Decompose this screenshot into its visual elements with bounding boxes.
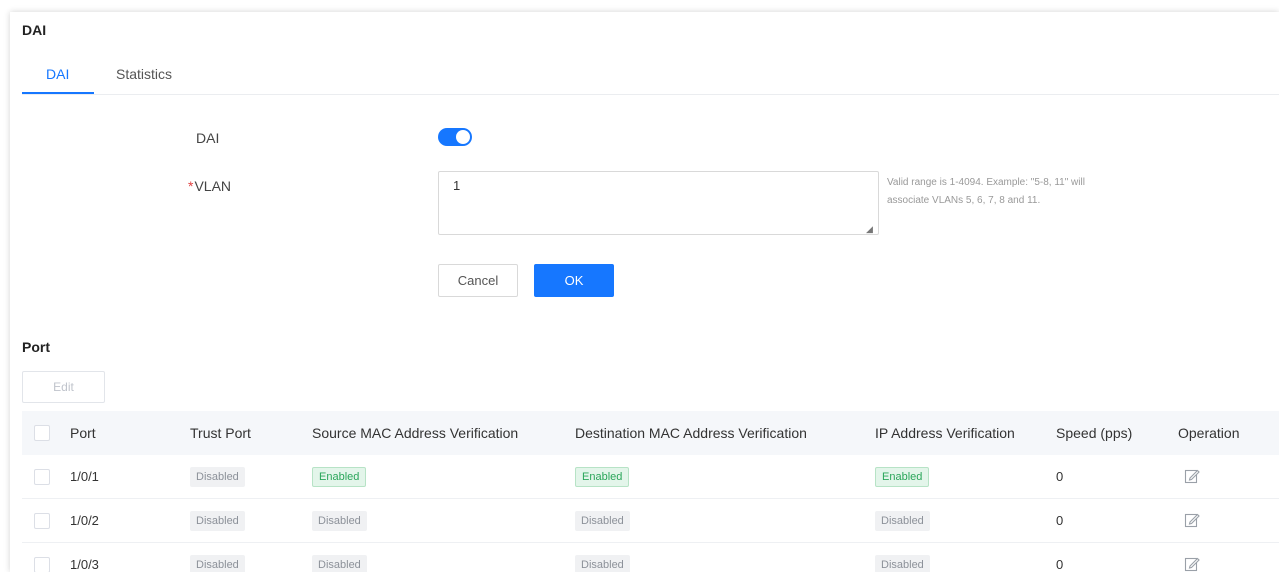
speed-cell: 0: [1056, 469, 1064, 484]
tab-bar: DAI Statistics: [22, 62, 1279, 95]
col-trust-port: Trust Port: [190, 425, 251, 441]
ip-verification-badge: Disabled: [875, 555, 930, 572]
trust-port-badge: Disabled: [190, 511, 245, 531]
edit-button[interactable]: Edit: [22, 371, 105, 403]
destination-mac-badge: Disabled: [575, 555, 630, 572]
table-header: Port Trust Port Source MAC Address Verif…: [22, 411, 1279, 455]
active-tab-indicator: [22, 92, 94, 94]
col-source-mac: Source MAC Address Verification: [312, 425, 519, 441]
page-title: DAI: [22, 22, 47, 38]
col-operation: Operation: [1178, 425, 1240, 441]
source-mac-badge: Enabled: [312, 467, 367, 487]
col-ip-verification: IP Address Verification: [875, 425, 1015, 441]
tab-dai[interactable]: DAI: [46, 66, 69, 82]
edit-icon[interactable]: [1184, 512, 1200, 528]
edit-icon[interactable]: [1184, 468, 1200, 484]
table-row: 1/0/3 Disabled Disabled Disabled Disable…: [22, 543, 1279, 572]
port-cell: 1/0/3: [70, 557, 99, 572]
ip-verification-badge: Disabled: [875, 511, 930, 531]
destination-mac-badge: Enabled: [575, 467, 630, 487]
port-section-title: Port: [22, 339, 50, 355]
table-row: 1/0/1 Disabled Enabled Enabled Enabled 0: [22, 455, 1279, 499]
select-all-checkbox[interactable]: [34, 425, 50, 441]
vlan-label: *VLAN: [188, 178, 231, 194]
dai-panel: DAI DAI Statistics DAI *VLAN ◢ Valid ran…: [10, 12, 1279, 572]
row-checkbox[interactable]: [34, 557, 50, 572]
source-mac-badge: Disabled: [312, 555, 367, 572]
vlan-input[interactable]: [438, 171, 879, 235]
port-cell: 1/0/1: [70, 469, 99, 484]
cancel-button[interactable]: Cancel: [438, 264, 518, 297]
required-mark: *: [188, 178, 194, 194]
table-row: 1/0/2 Disabled Disabled Disabled Disable…: [22, 499, 1279, 543]
toggle-knob: [456, 130, 470, 144]
speed-cell: 0: [1056, 557, 1064, 572]
source-mac-badge: Disabled: [312, 511, 367, 531]
row-checkbox[interactable]: [34, 513, 50, 529]
col-destination-mac: Destination MAC Address Verification: [575, 425, 807, 441]
edit-icon[interactable]: [1184, 556, 1200, 572]
row-checkbox[interactable]: [34, 469, 50, 485]
ok-button[interactable]: OK: [534, 264, 614, 297]
tab-statistics[interactable]: Statistics: [116, 66, 172, 82]
port-cell: 1/0/2: [70, 513, 99, 528]
col-speed: Speed (pps): [1056, 425, 1133, 441]
vlan-label-text: VLAN: [194, 178, 232, 194]
ip-verification-badge: Enabled: [875, 467, 930, 487]
dai-label: DAI: [196, 130, 220, 146]
vlan-hint: Valid range is 1-4094. Example: "5-8, 11…: [887, 177, 1085, 206]
speed-cell: 0: [1056, 513, 1064, 528]
resize-grip-icon[interactable]: ◢: [866, 224, 873, 235]
trust-port-badge: Disabled: [190, 555, 245, 572]
destination-mac-badge: Disabled: [575, 511, 630, 531]
col-port: Port: [70, 425, 96, 441]
dai-toggle[interactable]: [438, 128, 472, 146]
trust-port-badge: Disabled: [190, 467, 245, 487]
